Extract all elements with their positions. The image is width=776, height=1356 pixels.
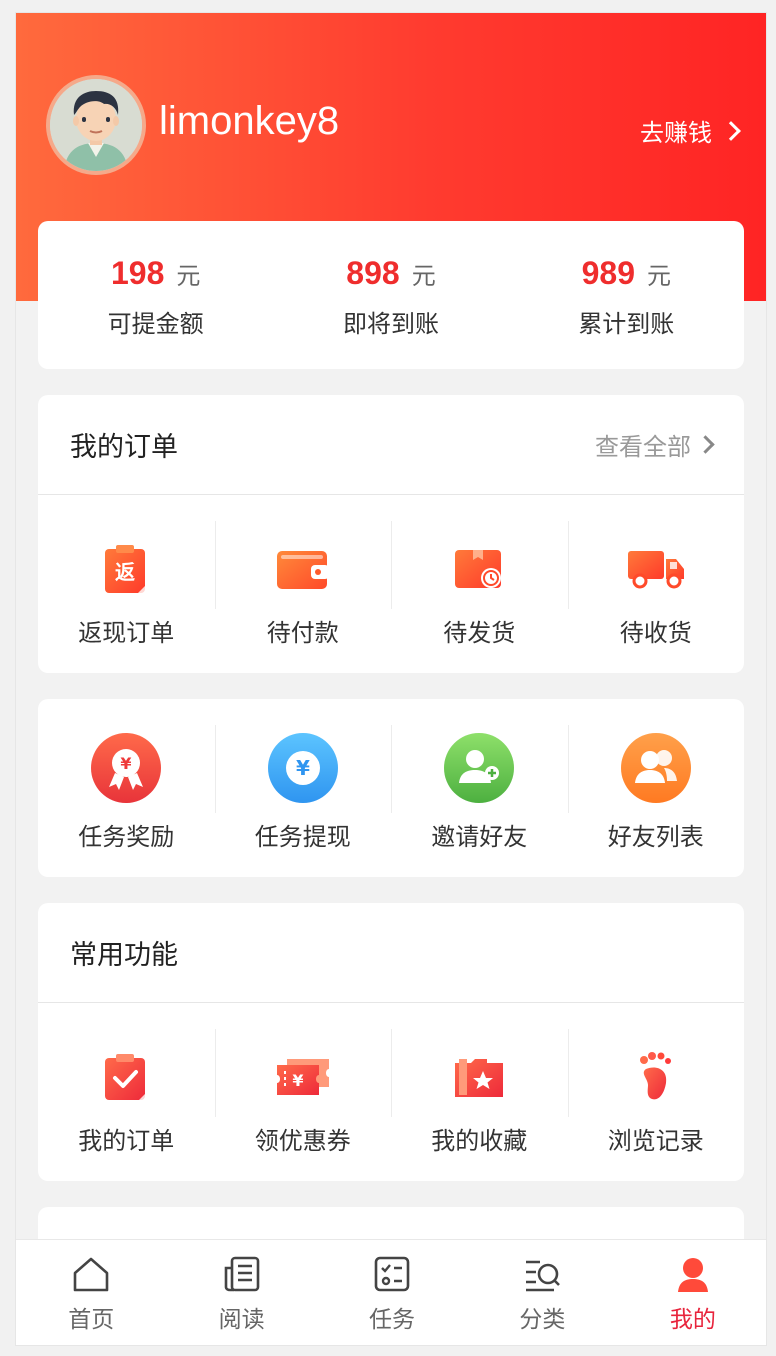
task-invite[interactable]: 邀请好友 xyxy=(391,699,568,877)
task-friends[interactable]: 好友列表 xyxy=(567,699,745,877)
stat-withdrawable[interactable]: 198 元 可提金额 xyxy=(38,221,273,369)
wallet-icon xyxy=(273,539,333,599)
stat-label: 可提金额 xyxy=(107,310,204,338)
person-icon xyxy=(677,1258,708,1292)
tab-label: 阅读 xyxy=(218,1307,265,1333)
tasks-grid: ¥ 任务奖励 ¥ 任务提现 邀请好友 好友列表 xyxy=(38,699,744,877)
truck-icon xyxy=(626,539,686,599)
stat-total[interactable]: 989 元 累计到账 xyxy=(509,221,744,369)
box-clock-icon xyxy=(449,539,509,599)
order-unpaid[interactable]: 待付款 xyxy=(214,495,392,673)
news-icon xyxy=(224,1256,259,1292)
bottom-tab-bar: 首页 阅读 任务 分类 我的 xyxy=(16,1239,766,1345)
orders-grid: 返 返现订单 待付款 待发货 待收货 xyxy=(38,495,744,673)
cashback-order-icon: 返 xyxy=(96,539,156,599)
common-header: 常用功能 xyxy=(38,903,744,1003)
order-label: 待付款 xyxy=(266,619,339,647)
withdraw-coin-icon: ¥ xyxy=(266,731,340,805)
order-to-receive[interactable]: 待收货 xyxy=(567,495,745,673)
stat-value: 989 xyxy=(581,255,636,291)
stat-pending[interactable]: 898 元 即将到账 xyxy=(273,221,508,369)
view-all-label: 查看全部 xyxy=(595,433,691,461)
view-all-orders-link[interactable]: 查看全部 xyxy=(595,427,715,462)
tab-home[interactable]: 首页 xyxy=(16,1240,166,1345)
category-search-icon xyxy=(526,1260,561,1292)
tab-category[interactable]: 分类 xyxy=(467,1240,617,1345)
orders-card: 我的订单 查看全部 返 返现订单 待付款 待发货 待收货 xyxy=(38,395,744,673)
orders-title: 我的订单 xyxy=(70,432,178,463)
task-label: 好友列表 xyxy=(607,823,704,851)
task-label: 邀请好友 xyxy=(431,823,528,851)
clipboard-check-icon xyxy=(96,1047,156,1107)
earn-money-link[interactable]: 去赚钱 xyxy=(640,113,741,148)
avatar[interactable] xyxy=(46,75,146,175)
earn-money-label: 去赚钱 xyxy=(640,119,712,147)
app-screen: limonkey8 去赚钱 198 元 可提金额 898 元 即将到账 989 … xyxy=(15,12,767,1346)
order-label: 待收货 xyxy=(619,619,692,647)
common-functions-card: 常用功能 我的订单 ¥ 领优惠券 我的收藏 浏览记录 xyxy=(38,903,744,1181)
common-label: 领优惠券 xyxy=(254,1127,351,1155)
username: limonkey8 xyxy=(159,99,340,143)
balance-card: 198 元 可提金额 898 元 即将到账 989 元 累计到账 xyxy=(38,221,744,369)
chevron-right-icon xyxy=(696,435,715,454)
common-label: 我的订单 xyxy=(78,1127,175,1155)
tab-label: 我的 xyxy=(669,1307,716,1333)
tab-tasks[interactable]: 任务 xyxy=(317,1240,467,1345)
home-icon xyxy=(73,1257,109,1292)
tab-label: 任务 xyxy=(369,1307,416,1333)
tab-mine[interactable]: 我的 xyxy=(618,1240,766,1345)
stat-label: 即将到账 xyxy=(342,310,439,338)
task-reward[interactable]: ¥ 任务奖励 xyxy=(38,699,215,877)
favorite-folder-icon xyxy=(449,1047,509,1107)
tab-reading[interactable]: 阅读 xyxy=(166,1240,316,1345)
svg-text:返: 返 xyxy=(115,560,135,584)
common-title: 常用功能 xyxy=(70,940,178,971)
stat-unit: 元 xyxy=(647,262,672,290)
stat-value: 898 xyxy=(346,255,400,291)
tasks-card: ¥ 任务奖励 ¥ 任务提现 邀请好友 好友列表 xyxy=(38,699,744,877)
task-label: 任务奖励 xyxy=(78,823,175,851)
stat-unit: 元 xyxy=(176,262,201,290)
invite-friend-icon xyxy=(442,731,516,805)
common-label: 我的收藏 xyxy=(431,1127,528,1155)
friends-list-icon xyxy=(619,731,693,805)
stat-unit: 元 xyxy=(411,262,436,290)
avatar-illustration xyxy=(50,79,142,171)
common-history[interactable]: 浏览记录 xyxy=(567,1003,745,1181)
chevron-right-icon xyxy=(721,120,741,141)
footprint-icon xyxy=(626,1047,686,1107)
common-favorites[interactable]: 我的收藏 xyxy=(391,1003,568,1181)
reward-medal-icon: ¥ xyxy=(89,731,163,805)
orders-header: 我的订单 查看全部 xyxy=(38,395,744,495)
tab-label: 首页 xyxy=(68,1307,115,1333)
stat-label: 累计到账 xyxy=(578,310,675,338)
stat-value: 198 xyxy=(110,255,165,291)
task-list-icon xyxy=(374,1256,410,1292)
common-coupons[interactable]: ¥ 领优惠券 xyxy=(214,1003,392,1181)
coupon-icon: ¥ xyxy=(273,1047,333,1107)
tab-label: 分类 xyxy=(519,1307,566,1333)
svg-text:¥: ¥ xyxy=(296,756,310,780)
task-withdraw[interactable]: ¥ 任务提现 xyxy=(214,699,392,877)
order-to-ship[interactable]: 待发货 xyxy=(391,495,568,673)
order-label: 返现订单 xyxy=(78,619,175,647)
order-cashback[interactable]: 返 返现订单 xyxy=(38,495,215,673)
order-label: 待发货 xyxy=(443,619,516,647)
svg-text:¥: ¥ xyxy=(121,754,132,773)
common-grid: 我的订单 ¥ 领优惠券 我的收藏 浏览记录 xyxy=(38,1003,744,1181)
common-my-orders[interactable]: 我的订单 xyxy=(38,1003,215,1181)
svg-text:¥: ¥ xyxy=(292,1071,303,1090)
task-label: 任务提现 xyxy=(254,823,351,851)
common-label: 浏览记录 xyxy=(607,1127,704,1155)
